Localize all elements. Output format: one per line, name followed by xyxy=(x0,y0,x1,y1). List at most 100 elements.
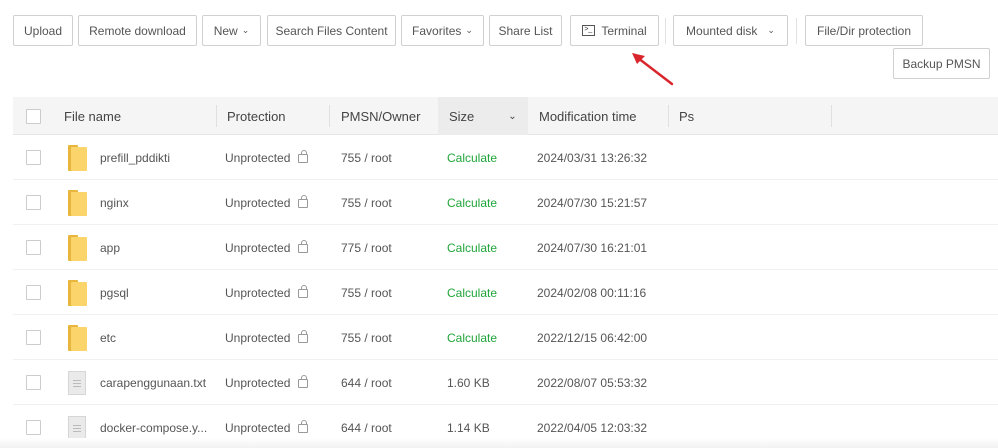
file-icon xyxy=(68,415,86,440)
file-size[interactable]: Calculate xyxy=(447,225,497,270)
mounted-disk-dropdown[interactable]: Mounted disk ⌄ xyxy=(673,15,788,46)
select-all-checkbox-cell[interactable] xyxy=(26,97,41,135)
unlock-icon xyxy=(298,375,309,388)
row-checkbox[interactable] xyxy=(26,240,41,255)
pmsn-owner[interactable]: 755 / root xyxy=(341,315,392,360)
row-checkbox[interactable] xyxy=(26,195,41,210)
column-divider xyxy=(216,105,217,127)
folder-icon xyxy=(68,234,87,261)
new-label: New xyxy=(213,23,238,38)
mounted-disk-label: Mounted disk xyxy=(686,23,758,38)
file-name[interactable]: etc xyxy=(100,315,116,360)
protection-label: Unprotected xyxy=(225,285,291,300)
remote-download-button[interactable]: Remote download xyxy=(78,15,197,46)
terminal-icon: >_ xyxy=(582,25,596,36)
modification-time: 2022/12/15 06:42:00 xyxy=(537,330,648,345)
table-row[interactable]: prefill_pddikti Unprotected 755 / root Calc… xyxy=(13,135,998,180)
file-name[interactable]: pgsql xyxy=(100,270,129,315)
unlock-icon xyxy=(298,330,309,343)
favorites-label: Favorites xyxy=(412,23,462,38)
protection-status[interactable]: Unprotected xyxy=(225,270,309,315)
file-size[interactable]: Calculate xyxy=(447,180,497,225)
modification-time: 2022/08/07 05:53:32 xyxy=(537,375,648,390)
table-row[interactable]: etc Unprotected 755 / root Calculate 2022/12… xyxy=(13,315,998,360)
protection-status[interactable]: Unprotected xyxy=(225,360,309,405)
pmsn-owner[interactable]: 644 / root xyxy=(341,360,392,405)
chevron-down-icon: ⌄ xyxy=(767,25,775,35)
protection-status[interactable]: Unprotected xyxy=(225,180,309,225)
folder-icon xyxy=(68,279,87,306)
chevron-down-icon: ⌄ xyxy=(465,25,473,35)
row-checkbox[interactable] xyxy=(26,375,41,390)
new-button[interactable]: New ⌄ xyxy=(202,15,261,46)
protection-label: Unprotected xyxy=(225,195,291,210)
protection-label: Unprotected xyxy=(225,330,291,345)
file-name[interactable]: nginx xyxy=(100,180,129,225)
file-size: 1.60 KB xyxy=(447,375,490,390)
modification-time: 2024/03/31 13:26:32 xyxy=(537,150,648,165)
file-dir-protection-button[interactable]: File/Dir protection xyxy=(805,15,923,46)
column-modification-time[interactable]: Modification time xyxy=(539,97,637,135)
column-ps[interactable]: Ps xyxy=(679,97,694,135)
search-files-content-button[interactable]: Search Files Content xyxy=(267,15,396,46)
column-size[interactable]: Size ⌄ xyxy=(438,97,528,135)
modification-time: 2024/02/08 00:11:16 xyxy=(537,285,647,300)
table-header: File name Protection PMSN/Owner Size ⌄ M… xyxy=(13,97,998,135)
file-size[interactable]: Calculate xyxy=(447,135,497,180)
table-row[interactable]: pgsql Unprotected 755 / root Calculate 2024/… xyxy=(13,270,998,315)
column-protection[interactable]: Protection xyxy=(227,97,286,135)
share-list-button[interactable]: Share List xyxy=(489,15,562,46)
pmsn-owner[interactable]: 755 / root xyxy=(341,180,392,225)
scroll-shadow xyxy=(0,438,998,448)
pmsn-owner[interactable]: 775 / root xyxy=(341,225,392,270)
file-icon xyxy=(68,370,86,395)
unlock-icon xyxy=(298,285,309,298)
row-checkbox[interactable] xyxy=(26,420,41,435)
folder-icon xyxy=(68,144,87,171)
protection-status[interactable]: Unprotected xyxy=(225,225,309,270)
unlock-icon xyxy=(298,150,309,163)
protection-status[interactable]: Unprotected xyxy=(225,315,309,360)
table-row[interactable]: app Unprotected 775 / root Calculate 2024/07… xyxy=(13,225,998,270)
protection-label: Unprotected xyxy=(225,240,291,255)
modification-time: 2024/07/30 15:21:57 xyxy=(537,195,648,210)
terminal-button[interactable]: >_ Terminal xyxy=(570,15,659,46)
column-size-label: Size xyxy=(449,108,475,124)
table-row[interactable]: carapenggunaan.txt Unprotected 644 / root 1… xyxy=(13,360,998,405)
column-divider xyxy=(329,105,330,127)
file-size[interactable]: Calculate xyxy=(447,270,497,315)
table-row[interactable]: nginx Unprotected 755 / root Calculate 2024/… xyxy=(13,180,998,225)
select-all-checkbox[interactable] xyxy=(26,108,41,124)
backup-pmsn-button[interactable]: Backup PMSN xyxy=(893,48,990,79)
file-name[interactable]: carapenggunaan.txt xyxy=(100,360,206,405)
folder-icon xyxy=(68,189,87,216)
column-divider xyxy=(831,105,832,127)
modification-time: 2024/07/30 16:21:01 xyxy=(537,240,648,255)
toolbar-divider xyxy=(796,18,797,44)
row-checkbox[interactable] xyxy=(26,150,41,165)
row-checkbox[interactable] xyxy=(26,330,41,345)
upload-button[interactable]: Upload xyxy=(13,15,73,46)
protection-label: Unprotected xyxy=(225,420,291,435)
protection-label: Unprotected xyxy=(225,150,291,165)
unlock-icon xyxy=(298,420,309,433)
file-size[interactable]: Calculate xyxy=(447,315,497,360)
toolbar-divider xyxy=(665,18,666,44)
protection-status[interactable]: Unprotected xyxy=(225,135,309,180)
chevron-down-icon: ⌄ xyxy=(241,25,250,35)
pmsn-owner[interactable]: 755 / root xyxy=(341,135,392,180)
column-divider xyxy=(668,105,669,127)
column-file-name[interactable]: File name xyxy=(64,97,121,135)
row-checkbox[interactable] xyxy=(26,285,41,300)
file-name[interactable]: prefill_pddikti xyxy=(100,135,170,180)
pmsn-owner[interactable]: 755 / root xyxy=(341,270,392,315)
file-name[interactable]: app xyxy=(100,225,120,270)
terminal-label: Terminal xyxy=(601,23,647,38)
annotation-arrow-icon xyxy=(632,53,674,86)
unlock-icon xyxy=(298,240,309,253)
favorites-button[interactable]: Favorites ⌄ xyxy=(401,15,484,46)
protection-label: Unprotected xyxy=(225,375,291,390)
sort-chevron-icon[interactable]: ⌄ xyxy=(508,111,516,122)
folder-icon xyxy=(68,324,87,351)
column-pmsn-owner[interactable]: PMSN/Owner xyxy=(341,97,420,135)
